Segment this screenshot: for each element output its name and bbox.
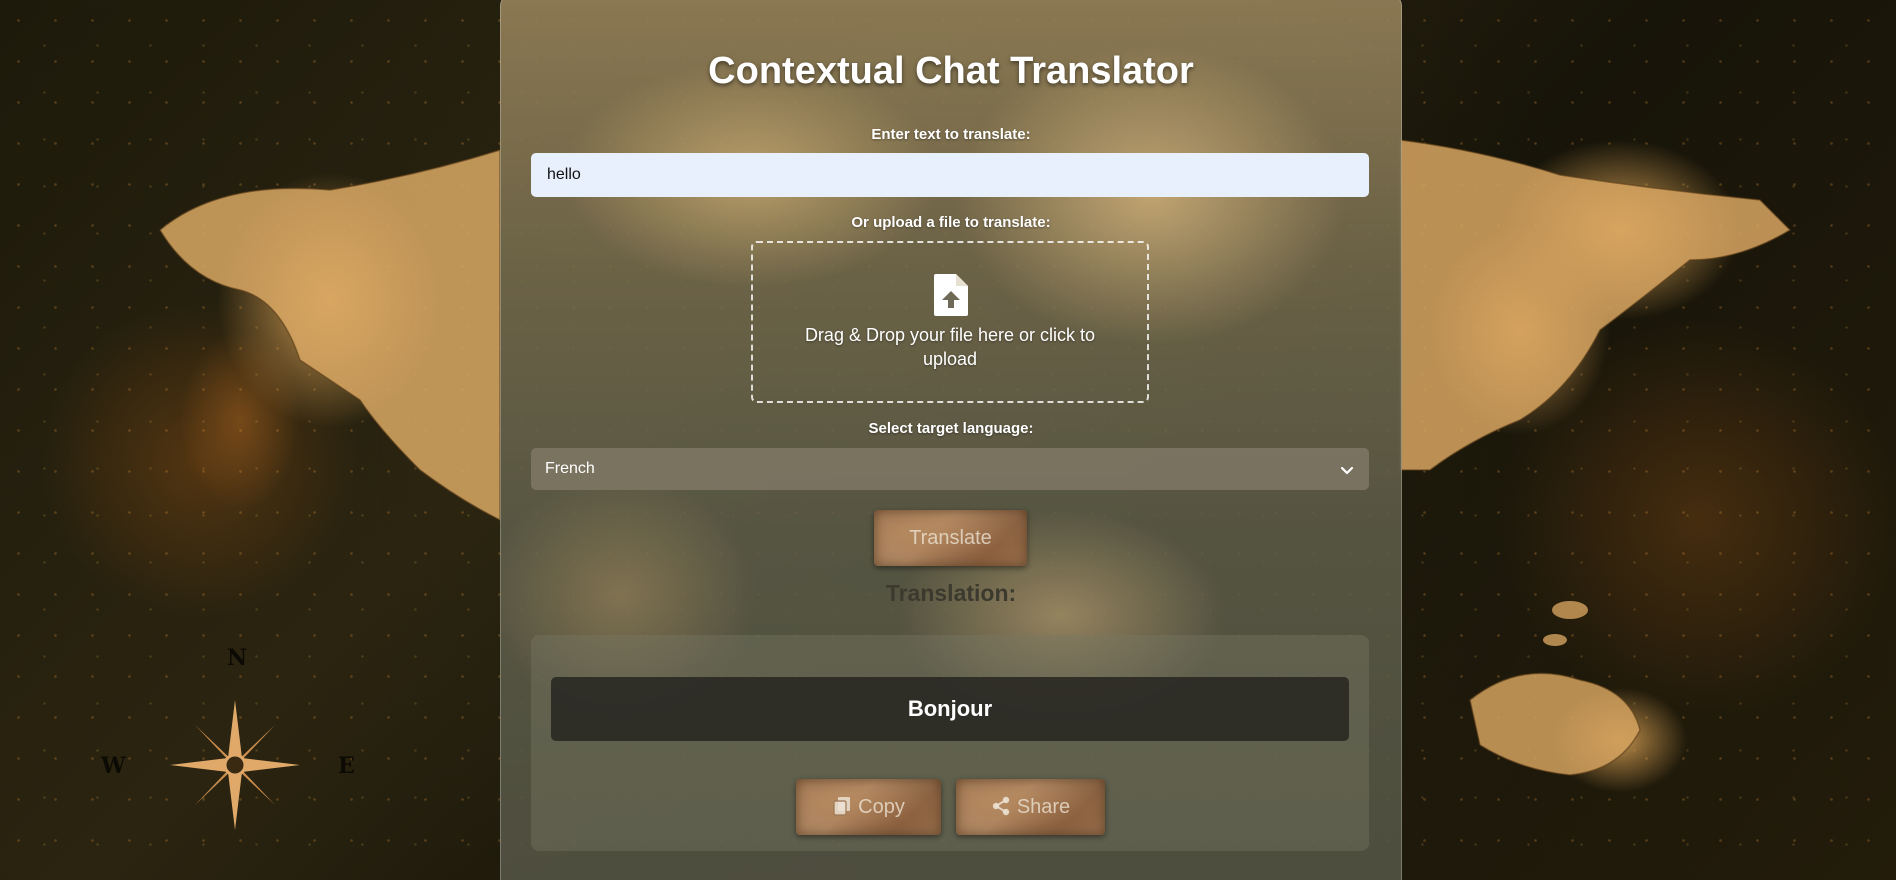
copy-button[interactable]: Copy bbox=[796, 779, 941, 835]
translation-output: Bonjour bbox=[551, 677, 1349, 741]
share-label: Share bbox=[1016, 796, 1071, 818]
compass-rose-icon bbox=[170, 700, 300, 830]
result-container: Bonjour Copy Share bbox=[531, 635, 1369, 851]
share-icon bbox=[992, 796, 1010, 816]
language-select-value: French bbox=[545, 460, 595, 477]
copy-icon bbox=[833, 797, 851, 816]
copy-label: Copy bbox=[858, 796, 905, 818]
text-input-label: Enter text to translate: bbox=[871, 126, 1031, 143]
page-title: Contextual Chat Translator bbox=[708, 50, 1194, 92]
chevron-down-icon bbox=[1340, 466, 1354, 475]
translation-heading: Translation: bbox=[885, 580, 1017, 606]
translator-panel: Contextual Chat Translator Enter text to… bbox=[500, 0, 1402, 880]
language-select[interactable]: French bbox=[531, 448, 1369, 490]
compass-letter-w: W bbox=[101, 753, 126, 779]
dropzone-text: Drag & Drop your file here or click to u… bbox=[804, 325, 1096, 369]
text-input[interactable] bbox=[531, 153, 1369, 197]
file-upload-label: Or upload a file to translate: bbox=[851, 214, 1051, 231]
compass-letter-n: N bbox=[227, 645, 248, 671]
file-dropzone[interactable]: Drag & Drop your file here or click to u… bbox=[751, 241, 1149, 403]
language-select-label: Select target language: bbox=[868, 420, 1034, 437]
compass-letter-e: E bbox=[338, 753, 355, 779]
translate-button[interactable]: Translate bbox=[874, 510, 1027, 566]
share-button[interactable]: Share bbox=[956, 779, 1105, 835]
file-upload-icon bbox=[934, 274, 968, 316]
